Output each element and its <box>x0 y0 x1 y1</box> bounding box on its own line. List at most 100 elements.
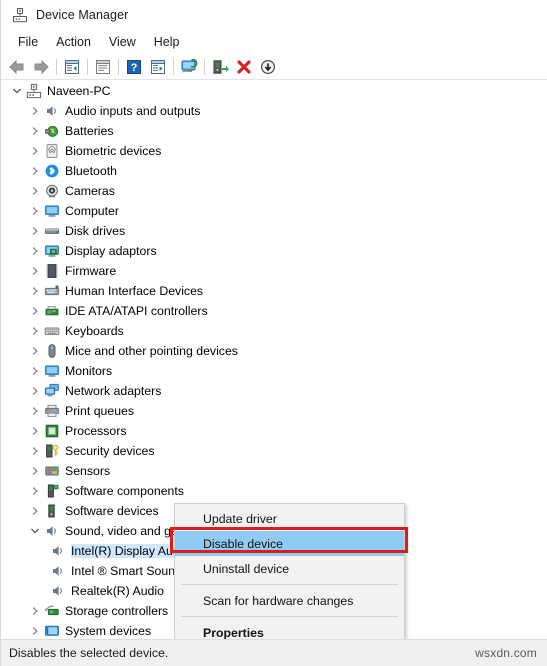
fingerprint-icon <box>43 143 60 160</box>
tree-node-network-adapters[interactable]: Network adapters <box>1 381 547 401</box>
chevron-right-icon[interactable] <box>27 183 43 199</box>
chevron-down-icon[interactable] <box>9 83 25 99</box>
help-icon[interactable]: ? <box>122 56 146 78</box>
show-hide-console-tree-icon[interactable] <box>60 56 84 78</box>
tree-node-label: Firmware <box>65 264 117 278</box>
chevron-right-icon[interactable] <box>27 623 43 639</box>
tree-node-label: Display adaptors <box>65 244 157 258</box>
toolbar-separator <box>87 58 88 75</box>
enable-device-icon[interactable] <box>208 56 232 78</box>
context-menu-item-uninstall-device[interactable]: Uninstall device <box>175 556 404 581</box>
tree-node-label: Audio inputs and outputs <box>65 104 201 118</box>
software-device-icon <box>43 503 60 520</box>
tree-node-processors[interactable]: Processors <box>1 421 547 441</box>
tree-node-security-devices[interactable]: Security devices <box>1 441 547 461</box>
tree-node-mice-and-other-pointing-devices[interactable]: Mice and other pointing devices <box>1 341 547 361</box>
disk-drive-icon <box>43 223 60 240</box>
chevron-right-icon[interactable] <box>27 143 43 159</box>
svg-text:?: ? <box>131 62 138 74</box>
tree-node-cameras[interactable]: Cameras <box>1 181 547 201</box>
menu-file[interactable]: File <box>9 33 47 51</box>
security-key-icon <box>43 443 60 460</box>
chevron-right-icon[interactable] <box>27 483 43 499</box>
tree-node-root[interactable]: Naveen-PC <box>1 81 547 101</box>
tree-node-firmware[interactable]: Firmware <box>1 261 547 281</box>
tree-node-label: Sensors <box>65 464 111 478</box>
context-menu-separator <box>181 616 398 617</box>
disable-device-icon[interactable] <box>256 56 280 78</box>
context-menu-item-disable-device[interactable]: Disable device <box>175 531 404 556</box>
sensor-icon <box>43 463 60 480</box>
forward-icon[interactable] <box>29 56 53 78</box>
chevron-right-icon[interactable] <box>27 123 43 139</box>
keyboard-icon <box>43 323 60 340</box>
chevron-right-icon[interactable] <box>27 323 43 339</box>
chevron-right-icon[interactable] <box>27 463 43 479</box>
chevron-right-icon[interactable] <box>27 363 43 379</box>
tree-node-label: Software devices <box>65 504 159 518</box>
menu-action[interactable]: Action <box>47 33 100 51</box>
network-adapter-icon <box>43 383 60 400</box>
firmware-chip-icon <box>43 263 60 280</box>
back-icon[interactable] <box>5 56 29 78</box>
tree-node-bluetooth[interactable]: Bluetooth <box>1 161 547 181</box>
properties-icon[interactable] <box>91 56 115 78</box>
chevron-right-icon[interactable] <box>27 163 43 179</box>
chevron-right-icon[interactable] <box>27 503 43 519</box>
scan-hardware-changes-icon[interactable] <box>177 56 201 78</box>
tree-node-display-adaptors[interactable]: Display adaptors <box>1 241 547 261</box>
update-driver-icon[interactable] <box>146 56 170 78</box>
tree-node-label: IDE ATA/ATAPI controllers <box>65 304 208 318</box>
chevron-right-icon[interactable] <box>27 423 43 439</box>
context-menu-item-update-driver[interactable]: Update driver <box>175 506 404 531</box>
chevron-right-icon[interactable] <box>27 343 43 359</box>
ide-controller-icon <box>43 303 60 320</box>
chevron-right-icon[interactable] <box>27 263 43 279</box>
tree-node-disk-drives[interactable]: Disk drives <box>1 221 547 241</box>
chevron-right-icon[interactable] <box>27 403 43 419</box>
tree-node-computer[interactable]: Computer <box>1 201 547 221</box>
tree-node-label: Network adapters <box>65 384 162 398</box>
tree-node-human-interface-devices[interactable]: Human Interface Devices <box>1 281 547 301</box>
tree-node-keyboards[interactable]: Keyboards <box>1 321 547 341</box>
menu-view[interactable]: View <box>100 33 145 51</box>
chevron-right-icon[interactable] <box>27 103 43 119</box>
tree-node-sensors[interactable]: Sensors <box>1 461 547 481</box>
tree-node-audio-inputs-and-outputs[interactable]: Audio inputs and outputs <box>1 101 547 121</box>
monitor-icon <box>43 363 60 380</box>
software-component-icon <box>43 483 60 500</box>
tree-node-batteries[interactable]: Batteries <box>1 121 547 141</box>
tree-node-label: Keyboards <box>65 324 124 338</box>
battery-icon <box>43 123 60 140</box>
tree-node-software-components[interactable]: Software components <box>1 481 547 501</box>
speaker-icon <box>49 563 66 580</box>
hid-icon <box>43 283 60 300</box>
tree-node-label: Computer <box>65 204 119 218</box>
chevron-down-icon[interactable] <box>27 523 43 539</box>
chevron-right-icon[interactable] <box>27 283 43 299</box>
context-menu-item-scan-for-hardware-changes[interactable]: Scan for hardware changes <box>175 588 404 613</box>
tree-node-label: Naveen-PC <box>47 84 111 98</box>
tree-node-label: Realtek(R) Audio <box>71 584 164 598</box>
chevron-right-icon[interactable] <box>27 303 43 319</box>
chevron-right-icon[interactable] <box>27 203 43 219</box>
status-text: Disables the selected device. <box>9 646 169 660</box>
chevron-right-icon[interactable] <box>27 383 43 399</box>
tree-node-print-queues[interactable]: Print queues <box>1 401 547 421</box>
chevron-right-icon[interactable] <box>27 243 43 259</box>
tree-node-ide-ata-atapi-controllers[interactable]: IDE ATA/ATAPI controllers <box>1 301 547 321</box>
chevron-right-icon[interactable] <box>27 603 43 619</box>
toolbar-separator <box>204 58 205 75</box>
tree-node-label: System devices <box>65 624 152 638</box>
device-manager-window: Device Manager File Action View Help ? N… <box>0 0 547 666</box>
tree-node-biometric-devices[interactable]: Biometric devices <box>1 141 547 161</box>
context-menu[interactable]: Update driver Disable device Uninstall d… <box>174 503 405 649</box>
chevron-right-icon[interactable] <box>27 443 43 459</box>
toolbar-separator <box>56 58 57 75</box>
chevron-right-icon[interactable] <box>27 223 43 239</box>
tree-node-label: Monitors <box>65 364 113 378</box>
uninstall-device-icon[interactable] <box>232 56 256 78</box>
context-menu-separator <box>181 584 398 585</box>
tree-node-monitors[interactable]: Monitors <box>1 361 547 381</box>
menu-help[interactable]: Help <box>145 33 189 51</box>
